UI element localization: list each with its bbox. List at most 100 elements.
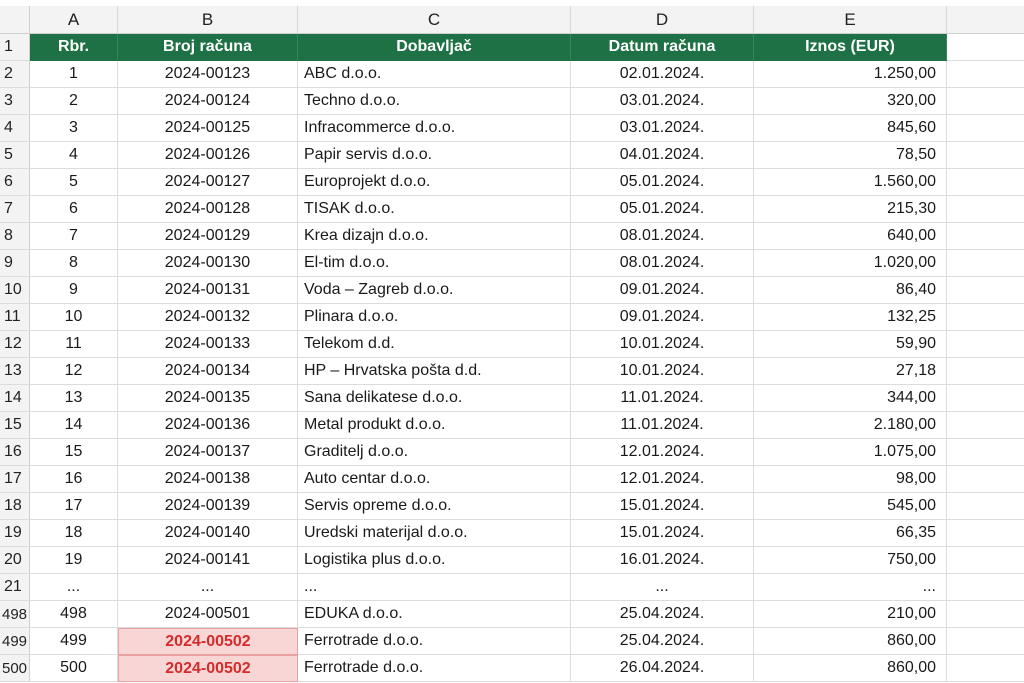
cell-rbr[interactable]: 11	[30, 331, 118, 358]
row-number[interactable]: 8	[0, 223, 30, 250]
cell-broj-racuna[interactable]: 2024-00140	[118, 520, 298, 547]
cell-rbr[interactable]: 7	[30, 223, 118, 250]
header-cell-iznos[interactable]: Iznos (EUR)	[754, 34, 947, 61]
cell-datum-racuna[interactable]: ...	[571, 574, 754, 601]
cell-dobavljac[interactable]: Sana delikatese d.o.o.	[298, 385, 571, 412]
cell-broj-racuna[interactable]: 2024-00135	[118, 385, 298, 412]
cell-datum-racuna[interactable]: 08.01.2024.	[571, 250, 754, 277]
cell-datum-racuna[interactable]: 15.01.2024.	[571, 520, 754, 547]
cell-datum-racuna[interactable]: 12.01.2024.	[571, 439, 754, 466]
cell-rbr[interactable]: 10	[30, 304, 118, 331]
row-number[interactable]: 1	[0, 34, 30, 61]
cell-rbr[interactable]: 8	[30, 250, 118, 277]
cell-dobavljac[interactable]: HP – Hrvatska pošta d.d.	[298, 358, 571, 385]
row-number[interactable]: 5	[0, 142, 30, 169]
cell-datum-racuna[interactable]: 11.01.2024.	[571, 412, 754, 439]
cell-iznos[interactable]: 66,35	[754, 520, 947, 547]
cell-iznos[interactable]: 860,00	[754, 655, 947, 682]
cell-rbr[interactable]: 9	[30, 277, 118, 304]
empty-cell[interactable]	[947, 385, 1024, 412]
cell-broj-racuna[interactable]: 2024-00123	[118, 61, 298, 88]
empty-cell[interactable]	[947, 628, 1024, 655]
cell-dobavljac[interactable]: Plinara d.o.o.	[298, 304, 571, 331]
column-header-b[interactable]: B	[118, 6, 298, 34]
cell-dobavljac[interactable]: Auto centar d.o.o.	[298, 466, 571, 493]
cell-dobavljac[interactable]: Servis opreme d.o.o.	[298, 493, 571, 520]
cell-iznos[interactable]: 1.250,00	[754, 61, 947, 88]
empty-cell[interactable]	[947, 547, 1024, 574]
column-header-c[interactable]: C	[298, 6, 571, 34]
cell-dobavljac[interactable]: Telekom d.d.	[298, 331, 571, 358]
cell-datum-racuna[interactable]: 26.04.2024.	[571, 655, 754, 682]
empty-cell[interactable]	[947, 88, 1024, 115]
row-number[interactable]: 11	[0, 304, 30, 331]
cell-broj-racuna[interactable]: 2024-00130	[118, 250, 298, 277]
cell-dobavljac[interactable]: El-tim d.o.o.	[298, 250, 571, 277]
cell-dobavljac[interactable]: Krea dizajn d.o.o.	[298, 223, 571, 250]
cell-datum-racuna[interactable]: 09.01.2024.	[571, 304, 754, 331]
cell-iznos[interactable]: 640,00	[754, 223, 947, 250]
cell-datum-racuna[interactable]: 05.01.2024.	[571, 169, 754, 196]
row-number[interactable]: 21	[0, 574, 30, 601]
cell-iznos[interactable]: 2.180,00	[754, 412, 947, 439]
header-cell-dobavljac[interactable]: Dobavljač	[298, 34, 571, 61]
cell-datum-racuna[interactable]: 03.01.2024.	[571, 88, 754, 115]
row-number[interactable]: 498	[0, 601, 30, 628]
cell-broj-racuna[interactable]: 2024-00131	[118, 277, 298, 304]
cell-datum-racuna[interactable]: 04.01.2024.	[571, 142, 754, 169]
cell-dobavljac[interactable]: Graditelj d.o.o.	[298, 439, 571, 466]
header-cell-rbr[interactable]: Rbr.	[30, 34, 118, 61]
cell-rbr[interactable]: 1	[30, 61, 118, 88]
row-number[interactable]: 13	[0, 358, 30, 385]
cell-rbr[interactable]: 500	[30, 655, 118, 682]
cell-broj-racuna[interactable]: 2024-00125	[118, 115, 298, 142]
empty-cell[interactable]	[947, 34, 1024, 61]
empty-cell[interactable]	[947, 601, 1024, 628]
row-number[interactable]: 17	[0, 466, 30, 493]
cell-datum-racuna[interactable]: 12.01.2024.	[571, 466, 754, 493]
cell-rbr[interactable]: 499	[30, 628, 118, 655]
empty-cell[interactable]	[947, 493, 1024, 520]
header-cell-broj-racuna[interactable]: Broj računa	[118, 34, 298, 61]
cell-datum-racuna[interactable]: 15.01.2024.	[571, 493, 754, 520]
cell-datum-racuna[interactable]: 11.01.2024.	[571, 385, 754, 412]
empty-cell[interactable]	[947, 61, 1024, 88]
cell-broj-racuna[interactable]: 2024-00129	[118, 223, 298, 250]
cell-iznos[interactable]: ...	[754, 574, 947, 601]
empty-cell[interactable]	[947, 277, 1024, 304]
cell-broj-racuna[interactable]: 2024-00132	[118, 304, 298, 331]
cell-datum-racuna[interactable]: 10.01.2024.	[571, 331, 754, 358]
cell-iznos[interactable]: 344,00	[754, 385, 947, 412]
cell-datum-racuna[interactable]: 10.01.2024.	[571, 358, 754, 385]
cell-rbr[interactable]: 3	[30, 115, 118, 142]
cell-iznos[interactable]: 320,00	[754, 88, 947, 115]
row-number[interactable]: 499	[0, 628, 30, 655]
cell-broj-racuna[interactable]: 2024-00138	[118, 466, 298, 493]
cell-iznos[interactable]: 78,50	[754, 142, 947, 169]
cell-iznos[interactable]: 98,00	[754, 466, 947, 493]
cell-iznos[interactable]: 1.075,00	[754, 439, 947, 466]
cell-broj-racuna[interactable]: 2024-00141	[118, 547, 298, 574]
empty-cell[interactable]	[947, 358, 1024, 385]
cell-dobavljac[interactable]: EDUKA d.o.o.	[298, 601, 571, 628]
cell-rbr[interactable]: 498	[30, 601, 118, 628]
empty-cell[interactable]	[947, 304, 1024, 331]
cell-dobavljac[interactable]: Ferrotrade d.o.o.	[298, 655, 571, 682]
cell-rbr[interactable]: 16	[30, 466, 118, 493]
empty-cell[interactable]	[947, 439, 1024, 466]
cell-dobavljac[interactable]: ABC d.o.o.	[298, 61, 571, 88]
cell-iznos[interactable]: 545,00	[754, 493, 947, 520]
cell-rbr[interactable]: 13	[30, 385, 118, 412]
cell-rbr[interactable]: 5	[30, 169, 118, 196]
cell-rbr[interactable]: ...	[30, 574, 118, 601]
row-number[interactable]: 18	[0, 493, 30, 520]
empty-cell[interactable]	[947, 169, 1024, 196]
cell-rbr[interactable]: 2	[30, 88, 118, 115]
cell-rbr[interactable]: 17	[30, 493, 118, 520]
row-number[interactable]: 9	[0, 250, 30, 277]
row-number[interactable]: 19	[0, 520, 30, 547]
select-all-corner[interactable]	[0, 6, 30, 34]
cell-iznos[interactable]: 86,40	[754, 277, 947, 304]
cell-iznos[interactable]: 132,25	[754, 304, 947, 331]
cell-datum-racuna[interactable]: 25.04.2024.	[571, 601, 754, 628]
